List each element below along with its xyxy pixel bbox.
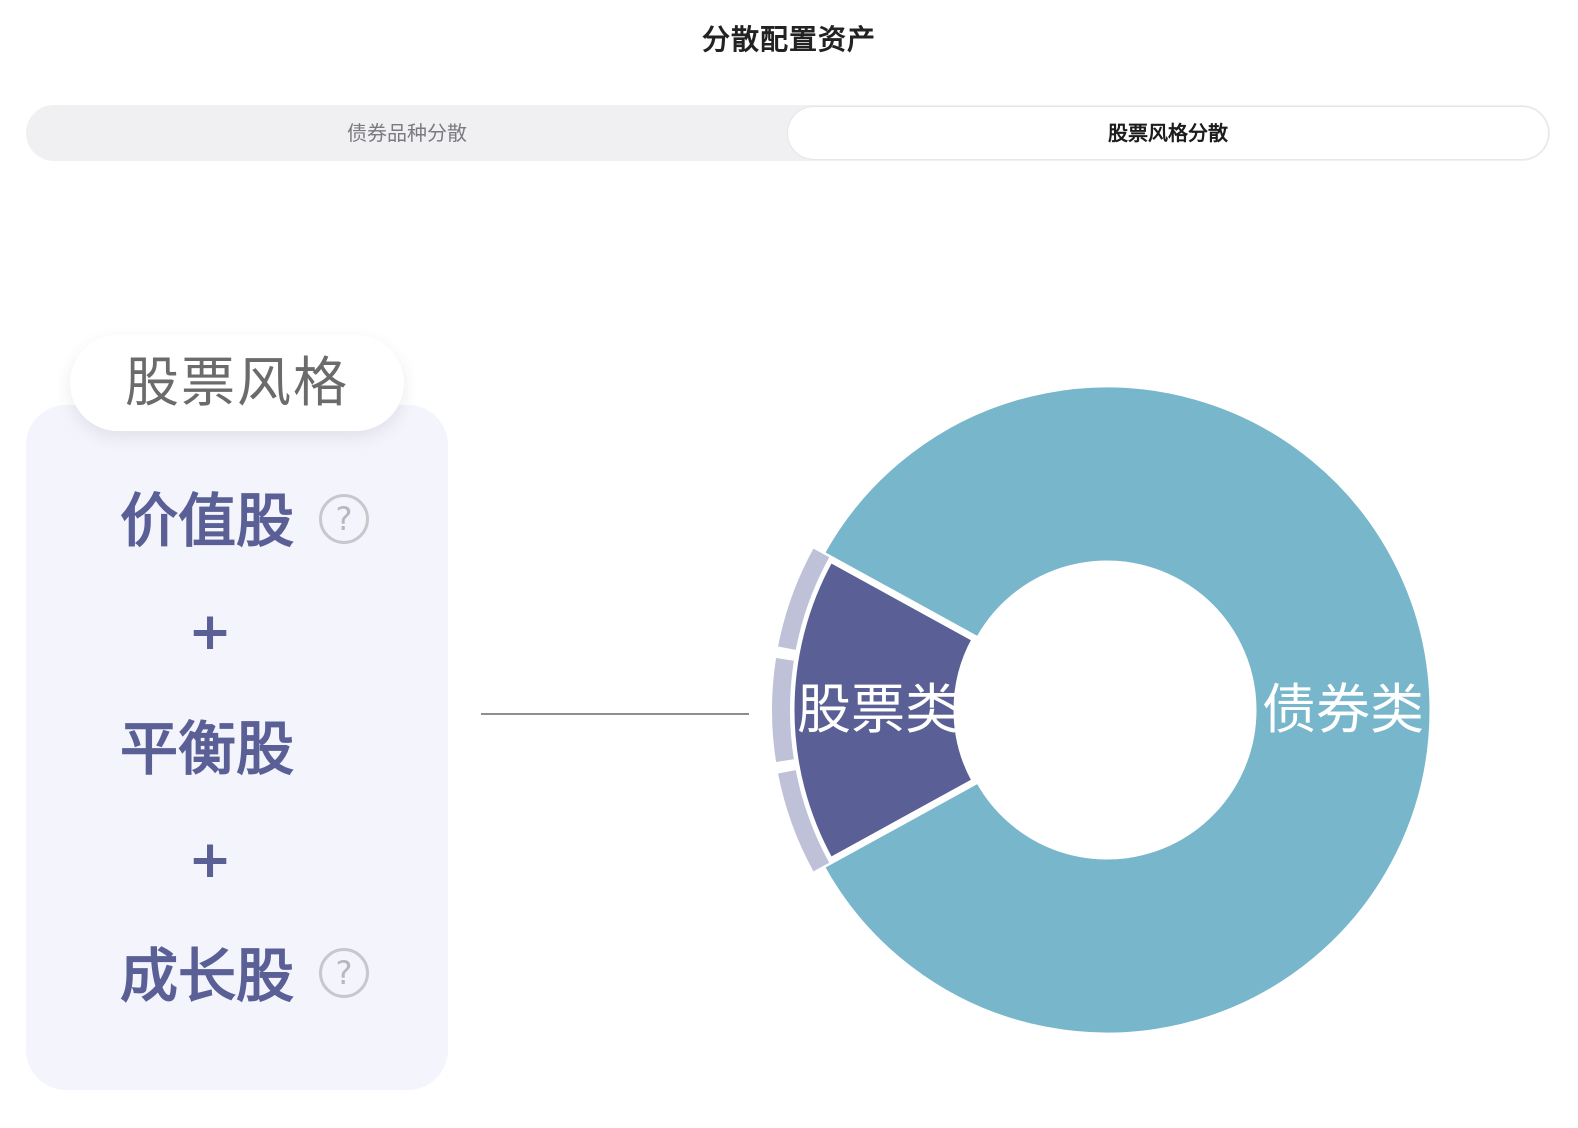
slice-label-stock: 股票类 [797, 678, 959, 741]
slice-label-bond: 债券类 [1262, 678, 1424, 741]
allocation-donut-chart: 股票类 债券类 [771, 382, 1435, 1038]
